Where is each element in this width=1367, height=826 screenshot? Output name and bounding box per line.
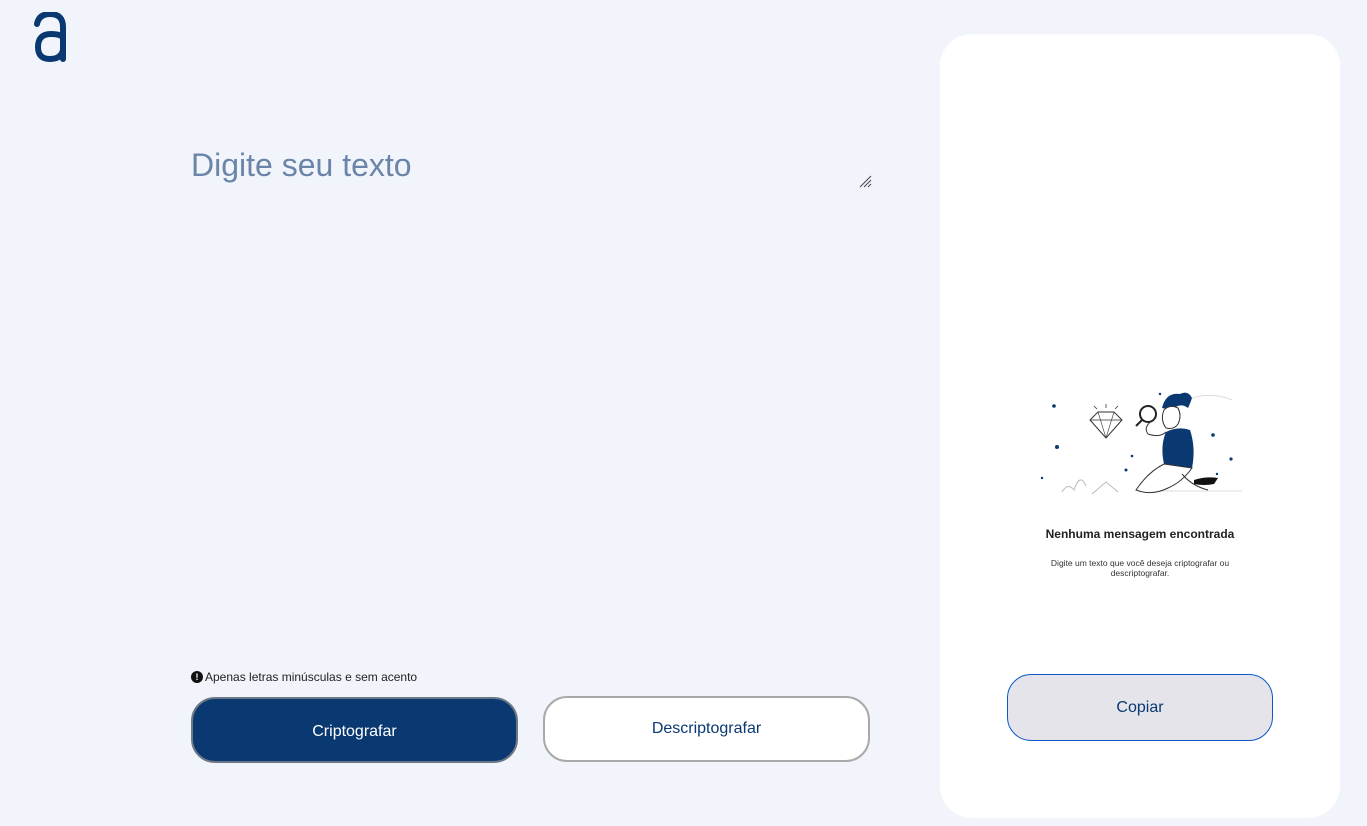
person-with-magnifier-illustration bbox=[1040, 392, 1242, 495]
message-input[interactable] bbox=[190, 136, 874, 188]
copy-button[interactable]: Copiar bbox=[1007, 674, 1273, 741]
resize-grip-icon[interactable] bbox=[859, 175, 872, 188]
encrypt-button[interactable]: Criptografar bbox=[191, 697, 518, 763]
empty-state-title: Nenhuma mensagem encontrada bbox=[1045, 527, 1235, 541]
info-icon: ! bbox=[191, 671, 203, 683]
app-logo bbox=[33, 10, 69, 64]
input-hint: ! Apenas letras minúsculas e sem acento bbox=[191, 670, 417, 684]
hint-text: Apenas letras minúsculas e sem acento bbox=[205, 670, 418, 684]
decrypt-button[interactable]: Descriptografar bbox=[543, 696, 870, 762]
empty-state-description: Digite um texto que você deseja criptogr… bbox=[1050, 558, 1230, 578]
text-input-area[interactable] bbox=[190, 136, 874, 188]
output-panel: Nenhuma mensagem encontrada Digite um te… bbox=[940, 34, 1340, 818]
